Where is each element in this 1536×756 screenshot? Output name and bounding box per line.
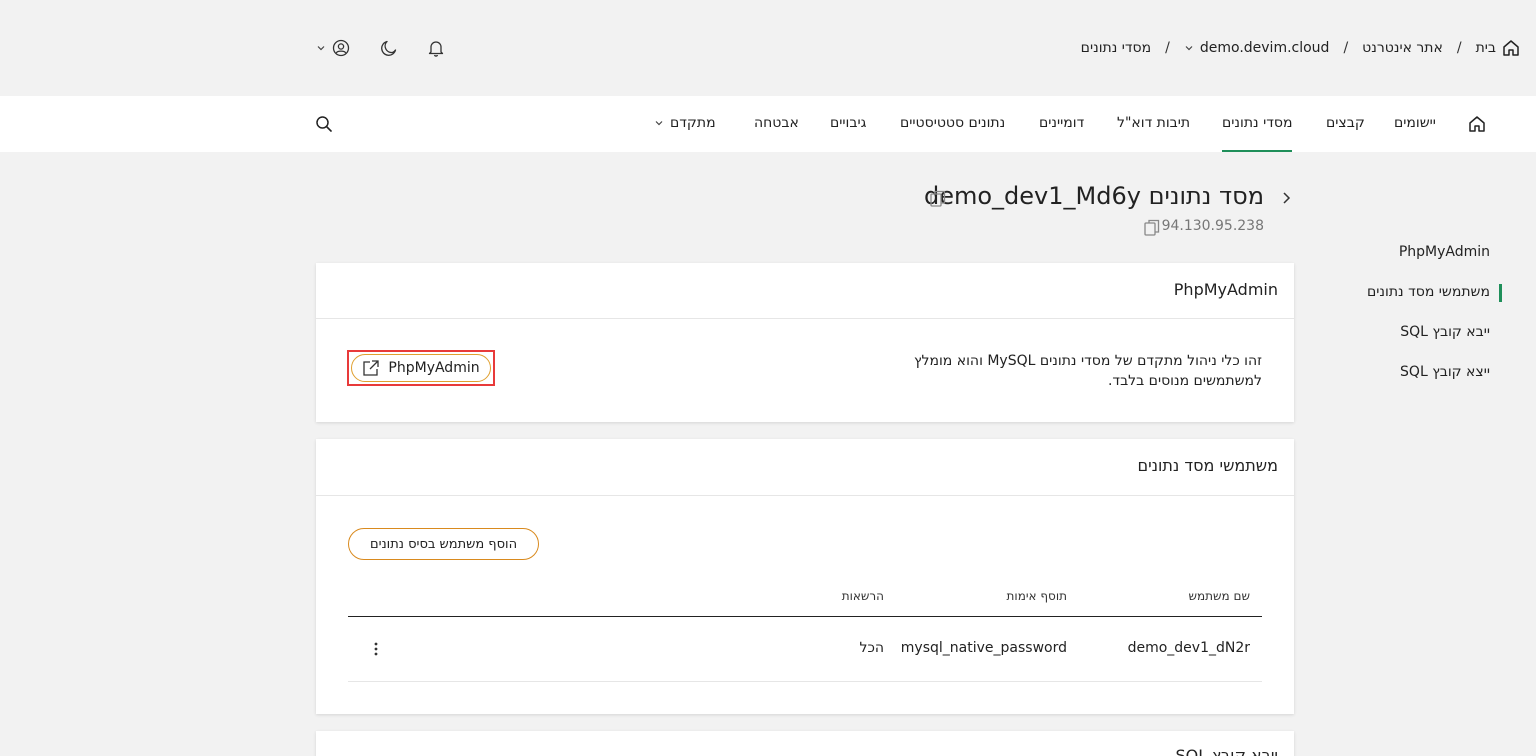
- nav-item-files[interactable]: קבצים: [1326, 96, 1365, 152]
- sidebar-active-indicator: [1499, 284, 1502, 302]
- notifications-bell-icon[interactable]: [428, 39, 444, 57]
- table-header-divider: [348, 616, 1262, 617]
- ip-address: 94.130.95.238: [1161, 218, 1264, 234]
- top-actions: [316, 36, 444, 60]
- import-sql-card: ייבא קובץ SQL: [316, 731, 1294, 756]
- column-header-permissions: הרשאות: [841, 589, 884, 603]
- breadcrumb-section: מסדי נתונים: [1080, 40, 1152, 56]
- phpmyadmin-card-title: PhpMyAdmin: [1173, 280, 1278, 299]
- card-divider: [316, 495, 1294, 496]
- database-users-card: משתמשי מסד נתונים הוסף משתמש בסיס נתונים…: [316, 439, 1294, 714]
- breadcrumb-separator: /: [1165, 40, 1170, 56]
- chevron-down-icon[interactable]: [316, 43, 326, 53]
- copy-icon[interactable]: [930, 190, 946, 208]
- home-icon: [1502, 39, 1520, 57]
- cell-auth-plugin: mysql_native_password: [900, 640, 1067, 656]
- breadcrumb-home-label: בית: [1475, 40, 1496, 56]
- user-account-icon[interactable]: [332, 39, 350, 57]
- search-icon[interactable]: [315, 115, 333, 133]
- database-name: demo_dev1_Md6y: [923, 182, 1141, 210]
- column-header-auth-plugin: תוסף אימות: [1006, 589, 1067, 603]
- sidebar-item-import-sql[interactable]: ייבא קובץ SQL: [1400, 324, 1490, 340]
- sidebar-item-export-sql[interactable]: ייצא קובץ SQL: [1400, 364, 1490, 380]
- back-chevron-icon[interactable]: [1280, 191, 1292, 205]
- row-actions-kebab-icon[interactable]: [368, 639, 384, 659]
- breadcrumb-home[interactable]: בית: [1476, 39, 1520, 57]
- home-icon[interactable]: [1468, 115, 1486, 133]
- breadcrumb: בית / אתר אינטרנט / demo.devim.cloud / מ…: [1081, 36, 1520, 60]
- external-link-icon: [362, 359, 380, 377]
- import-sql-card-title: ייבא קובץ SQL: [1175, 746, 1278, 756]
- breadcrumb-domain[interactable]: demo.devim.cloud: [1184, 40, 1330, 56]
- phpmyadmin-description: זהו כלי ניהול מתקדם של מסדי נתונים MySQL…: [913, 353, 1262, 389]
- nav-item-domains[interactable]: דומיינים: [1039, 96, 1084, 152]
- column-header-username: שם משתמש: [1188, 589, 1250, 603]
- dark-mode-moon-icon[interactable]: [380, 39, 398, 57]
- open-phpmyadmin-button[interactable]: PhpMyAdmin: [351, 354, 491, 382]
- open-phpmyadmin-label: PhpMyAdmin: [388, 360, 480, 376]
- nav-item-advanced[interactable]: מתקדם: [670, 96, 716, 152]
- table-row-divider: [348, 681, 1262, 682]
- chevron-down-icon: [1184, 43, 1194, 53]
- page-title-prefix: מסד נתונים: [1148, 182, 1264, 210]
- add-database-user-button[interactable]: הוסף משתמש בסיס נתונים: [348, 528, 539, 560]
- cell-username: demo_dev1_dN2r: [1127, 640, 1250, 656]
- sidebar-item-database-users[interactable]: משתמשי מסד נתונים: [1367, 284, 1490, 300]
- main-nav: יישומים קבצים מסדי נתונים תיבות דוא"ל דו…: [0, 96, 1536, 152]
- top-bar: בית / אתר אינטרנט / demo.devim.cloud / מ…: [0, 0, 1536, 96]
- chevron-down-icon[interactable]: [654, 118, 664, 128]
- nav-item-statistics[interactable]: נתונים סטטיסטיים: [900, 96, 1005, 152]
- phpmyadmin-card: PhpMyAdmin זהו כלי ניהול מתקדם של מסדי נ…: [316, 263, 1294, 422]
- sidebar-item-phpmyadmin[interactable]: PhpMyAdmin: [1399, 244, 1490, 260]
- cell-permissions: הכל: [859, 640, 884, 656]
- breadcrumb-separator: /: [1343, 40, 1349, 56]
- nav-item-backups[interactable]: גיבויים: [830, 96, 866, 152]
- nav-item-applications[interactable]: יישומים: [1394, 96, 1436, 152]
- nav-item-databases[interactable]: מסדי נתונים: [1222, 96, 1293, 152]
- breadcrumb-domain-label: demo.devim.cloud: [1199, 40, 1330, 56]
- card-divider: [316, 318, 1294, 319]
- breadcrumb-site[interactable]: אתר אינטרנט: [1362, 40, 1443, 56]
- breadcrumb-separator: /: [1456, 40, 1462, 56]
- nav-item-mailboxes[interactable]: תיבות דוא"ל: [1117, 96, 1190, 152]
- database-users-card-title: משתמשי מסד נתונים: [1137, 456, 1278, 475]
- page-title: מסד נתונים demo_dev1_Md6y: [924, 182, 1264, 210]
- nav-item-security[interactable]: אבטחה: [754, 96, 799, 152]
- copy-icon[interactable]: [1144, 219, 1160, 237]
